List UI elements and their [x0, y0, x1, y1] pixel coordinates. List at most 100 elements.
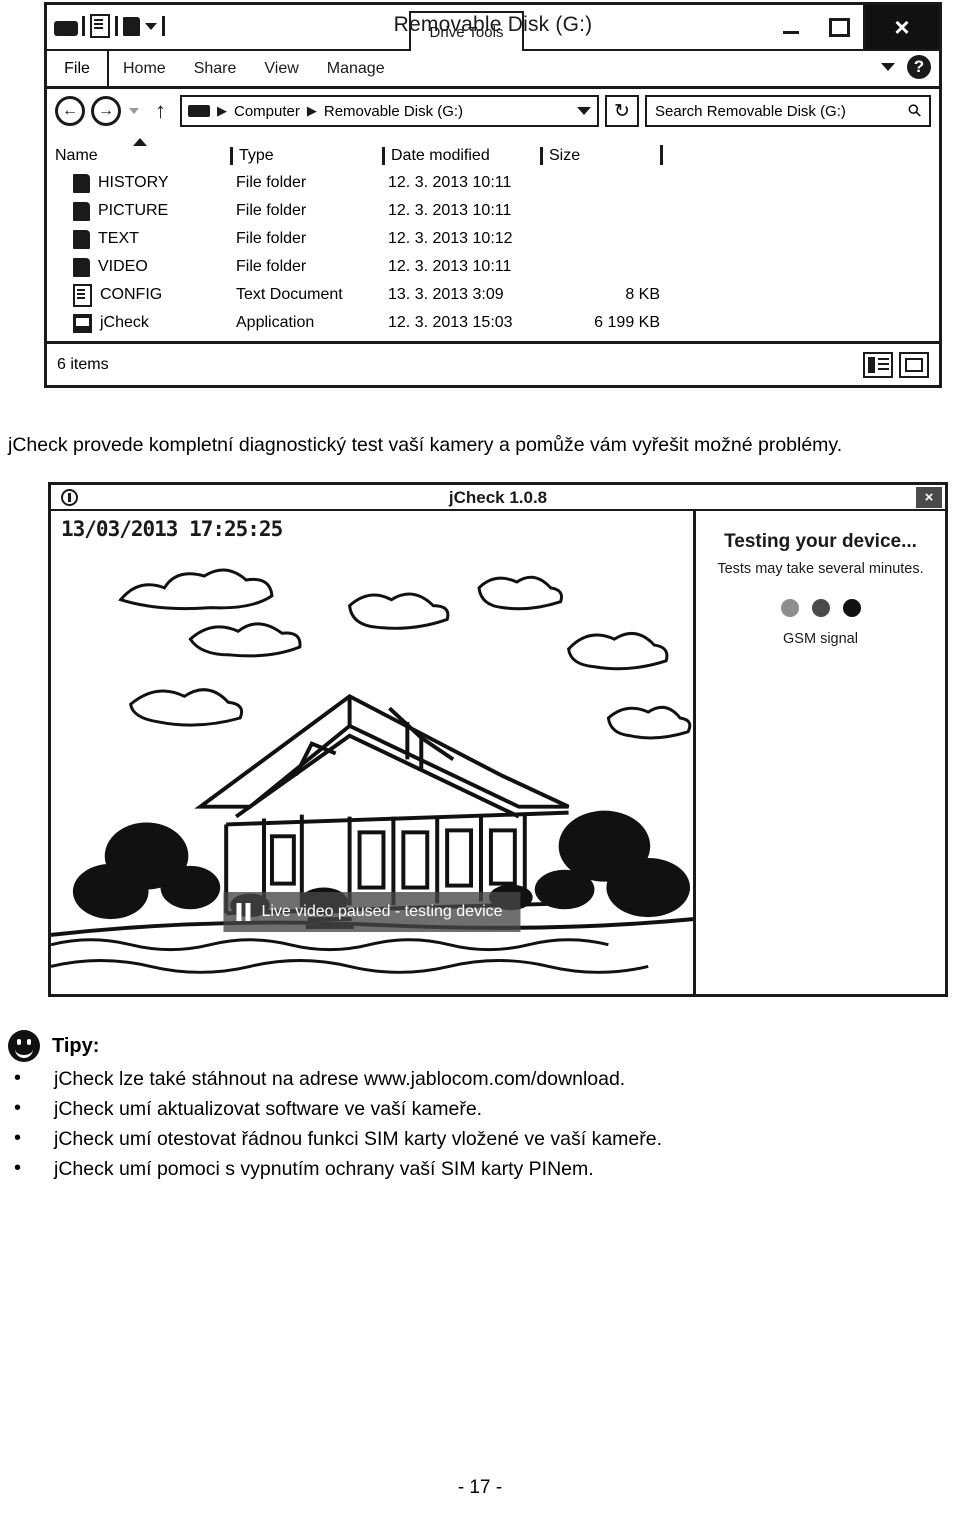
jcheck-window: jCheck 1.0.8 × 13/03/2013 17:25:25 Live … — [48, 482, 948, 997]
sort-ascending-icon — [133, 138, 147, 146]
file-name: jCheck — [100, 314, 149, 331]
address-bar[interactable]: ▶ Computer ▶ Removable Disk (G:) — [180, 95, 599, 127]
file-size: 6 199 KB — [594, 314, 660, 331]
jcheck-title-bar: jCheck 1.0.8 × — [51, 485, 945, 511]
test-status-panel: Testing your device... Tests may take se… — [696, 511, 945, 994]
text-file-icon — [73, 283, 92, 307]
table-row[interactable]: jCheck Application 12. 3. 2013 15:03 6 1… — [55, 309, 931, 337]
file-date: 13. 3. 2013 3:09 — [388, 286, 504, 303]
testing-heading: Testing your device... — [724, 531, 917, 552]
details-view-icon[interactable] — [863, 351, 893, 378]
tab-file[interactable]: File — [47, 51, 109, 86]
folder-icon — [73, 229, 90, 249]
maximize-button[interactable] — [815, 5, 863, 49]
file-type: File folder — [236, 202, 307, 219]
large-icons-view-icon[interactable] — [899, 351, 929, 378]
file-name: HISTORY — [98, 174, 169, 191]
video-status-text: Live video paused - testing device — [261, 903, 503, 920]
close-button[interactable]: × — [916, 487, 942, 508]
video-preview[interactable]: 13/03/2013 17:25:25 Live video paused - … — [51, 511, 696, 994]
testing-subheading: Tests may take several minutes. — [717, 561, 924, 577]
drive-icon — [188, 105, 210, 117]
breadcrumb-computer[interactable]: Computer — [234, 103, 300, 120]
ribbon-controls: ? — [881, 55, 931, 79]
chevron-down-icon[interactable] — [577, 107, 591, 115]
progress-dot — [780, 599, 799, 617]
status-bar: 6 items — [47, 341, 939, 385]
page-number: - 17 - — [457, 1477, 503, 1498]
pause-icon[interactable] — [235, 903, 251, 921]
chevron-down-icon[interactable] — [129, 108, 139, 114]
tab-home[interactable]: Home — [109, 51, 180, 86]
breadcrumb-separator: ▶ — [306, 103, 317, 118]
table-row[interactable]: CONFIG Text Document 13. 3. 2013 3:09 8 … — [55, 281, 931, 309]
ribbon-tab-bar: File Home Share View Manage ? — [47, 51, 939, 89]
folder-icon — [73, 173, 90, 193]
tab-view[interactable]: View — [250, 51, 312, 86]
file-name-cell: CONFIG — [55, 283, 230, 307]
forward-button[interactable]: → — [91, 96, 121, 126]
file-type: File folder — [236, 258, 307, 275]
smiley-icon — [8, 1030, 40, 1062]
close-button[interactable]: × — [863, 5, 939, 49]
tab-share[interactable]: Share — [180, 51, 251, 86]
file-type: Application — [236, 314, 315, 331]
file-name-cell: jCheck — [55, 313, 230, 333]
file-name: PICTURE — [98, 202, 169, 219]
breadcrumb-separator: ▶ — [217, 103, 227, 118]
column-headers: Name Type Date modified Size — [47, 133, 939, 165]
file-type: File folder — [236, 230, 307, 247]
file-name-cell: HISTORY — [55, 173, 230, 193]
table-row[interactable]: VIDEO File folder 12. 3. 2013 10:11 — [55, 253, 931, 281]
list-item: jCheck umí pomoci s vypnutím ochrany vaš… — [8, 1153, 952, 1184]
list-item: jCheck lze také stáhnout na adrese www.j… — [8, 1063, 952, 1094]
table-row[interactable]: TEXT File folder 12. 3. 2013 10:12 — [55, 225, 931, 253]
search-placeholder: Search Removable Disk (G:) — [655, 102, 846, 120]
navigation-bar: ← → ↑ ▶ Computer ▶ Removable Disk (G:) ↻… — [47, 89, 939, 133]
up-button[interactable]: ↑ — [147, 98, 174, 124]
minimize-button[interactable] — [767, 5, 815, 49]
column-divider — [660, 145, 673, 165]
jcheck-body: 13/03/2013 17:25:25 Live video paused - … — [51, 511, 945, 994]
app-icon — [73, 313, 92, 333]
list-item: jCheck umí aktualizovat software ve vaší… — [8, 1093, 952, 1124]
file-type: Text Document — [236, 286, 343, 303]
file-name: VIDEO — [98, 258, 148, 275]
file-date: 12. 3. 2013 10:11 — [388, 174, 512, 191]
tab-manage[interactable]: Manage — [313, 51, 399, 86]
table-row[interactable]: HISTORY File folder 12. 3. 2013 10:11 — [55, 169, 931, 197]
view-buttons — [863, 351, 929, 378]
explorer-title-bar: Drive Tools Removable Disk (G:) × — [47, 5, 939, 51]
column-header-type[interactable]: Type — [230, 147, 382, 165]
back-button[interactable]: ← — [55, 96, 85, 126]
file-name: CONFIG — [100, 286, 163, 303]
file-name-cell: VIDEO — [55, 257, 230, 277]
help-icon[interactable]: ? — [907, 55, 931, 79]
breadcrumb-removable-disk[interactable]: Removable Disk (G:) — [324, 103, 463, 120]
file-name-cell: PICTURE — [55, 201, 230, 221]
refresh-button[interactable]: ↻ — [605, 95, 639, 127]
list-item: jCheck umí otestovat řádnou funkci SIM k… — [8, 1123, 952, 1154]
file-list: HISTORY File folder 12. 3. 2013 10:11 PI… — [47, 165, 939, 337]
table-row[interactable]: PICTURE File folder 12. 3. 2013 10:11 — [55, 197, 931, 225]
progress-dot — [842, 599, 861, 617]
search-icon[interactable]: ⚲ — [903, 100, 926, 123]
file-name: TEXT — [98, 230, 139, 247]
window-controls: × — [767, 5, 939, 49]
file-explorer-window: Drive Tools Removable Disk (G:) × File H… — [44, 2, 942, 388]
caption-text: jCheck provede kompletní diagnostický te… — [8, 434, 843, 456]
search-input[interactable]: Search Removable Disk (G:) ⚲ — [645, 95, 931, 127]
column-header-name[interactable]: Name — [55, 138, 230, 165]
column-header-size[interactable]: Size — [540, 147, 660, 165]
file-size: 8 KB — [625, 286, 660, 303]
tips-list: jCheck lze také stáhnout na adrese www.j… — [8, 1063, 952, 1184]
file-date: 12. 3. 2013 10:11 — [388, 258, 512, 275]
file-date: 12. 3. 2013 10:11 — [388, 202, 512, 219]
chevron-down-icon[interactable] — [881, 63, 895, 71]
item-count: 6 items — [57, 355, 109, 373]
folder-icon — [73, 201, 90, 221]
folder-icon — [73, 257, 90, 277]
progress-dot — [811, 599, 830, 617]
file-name-cell: TEXT — [55, 229, 230, 249]
column-header-date-modified[interactable]: Date modified — [382, 147, 540, 165]
